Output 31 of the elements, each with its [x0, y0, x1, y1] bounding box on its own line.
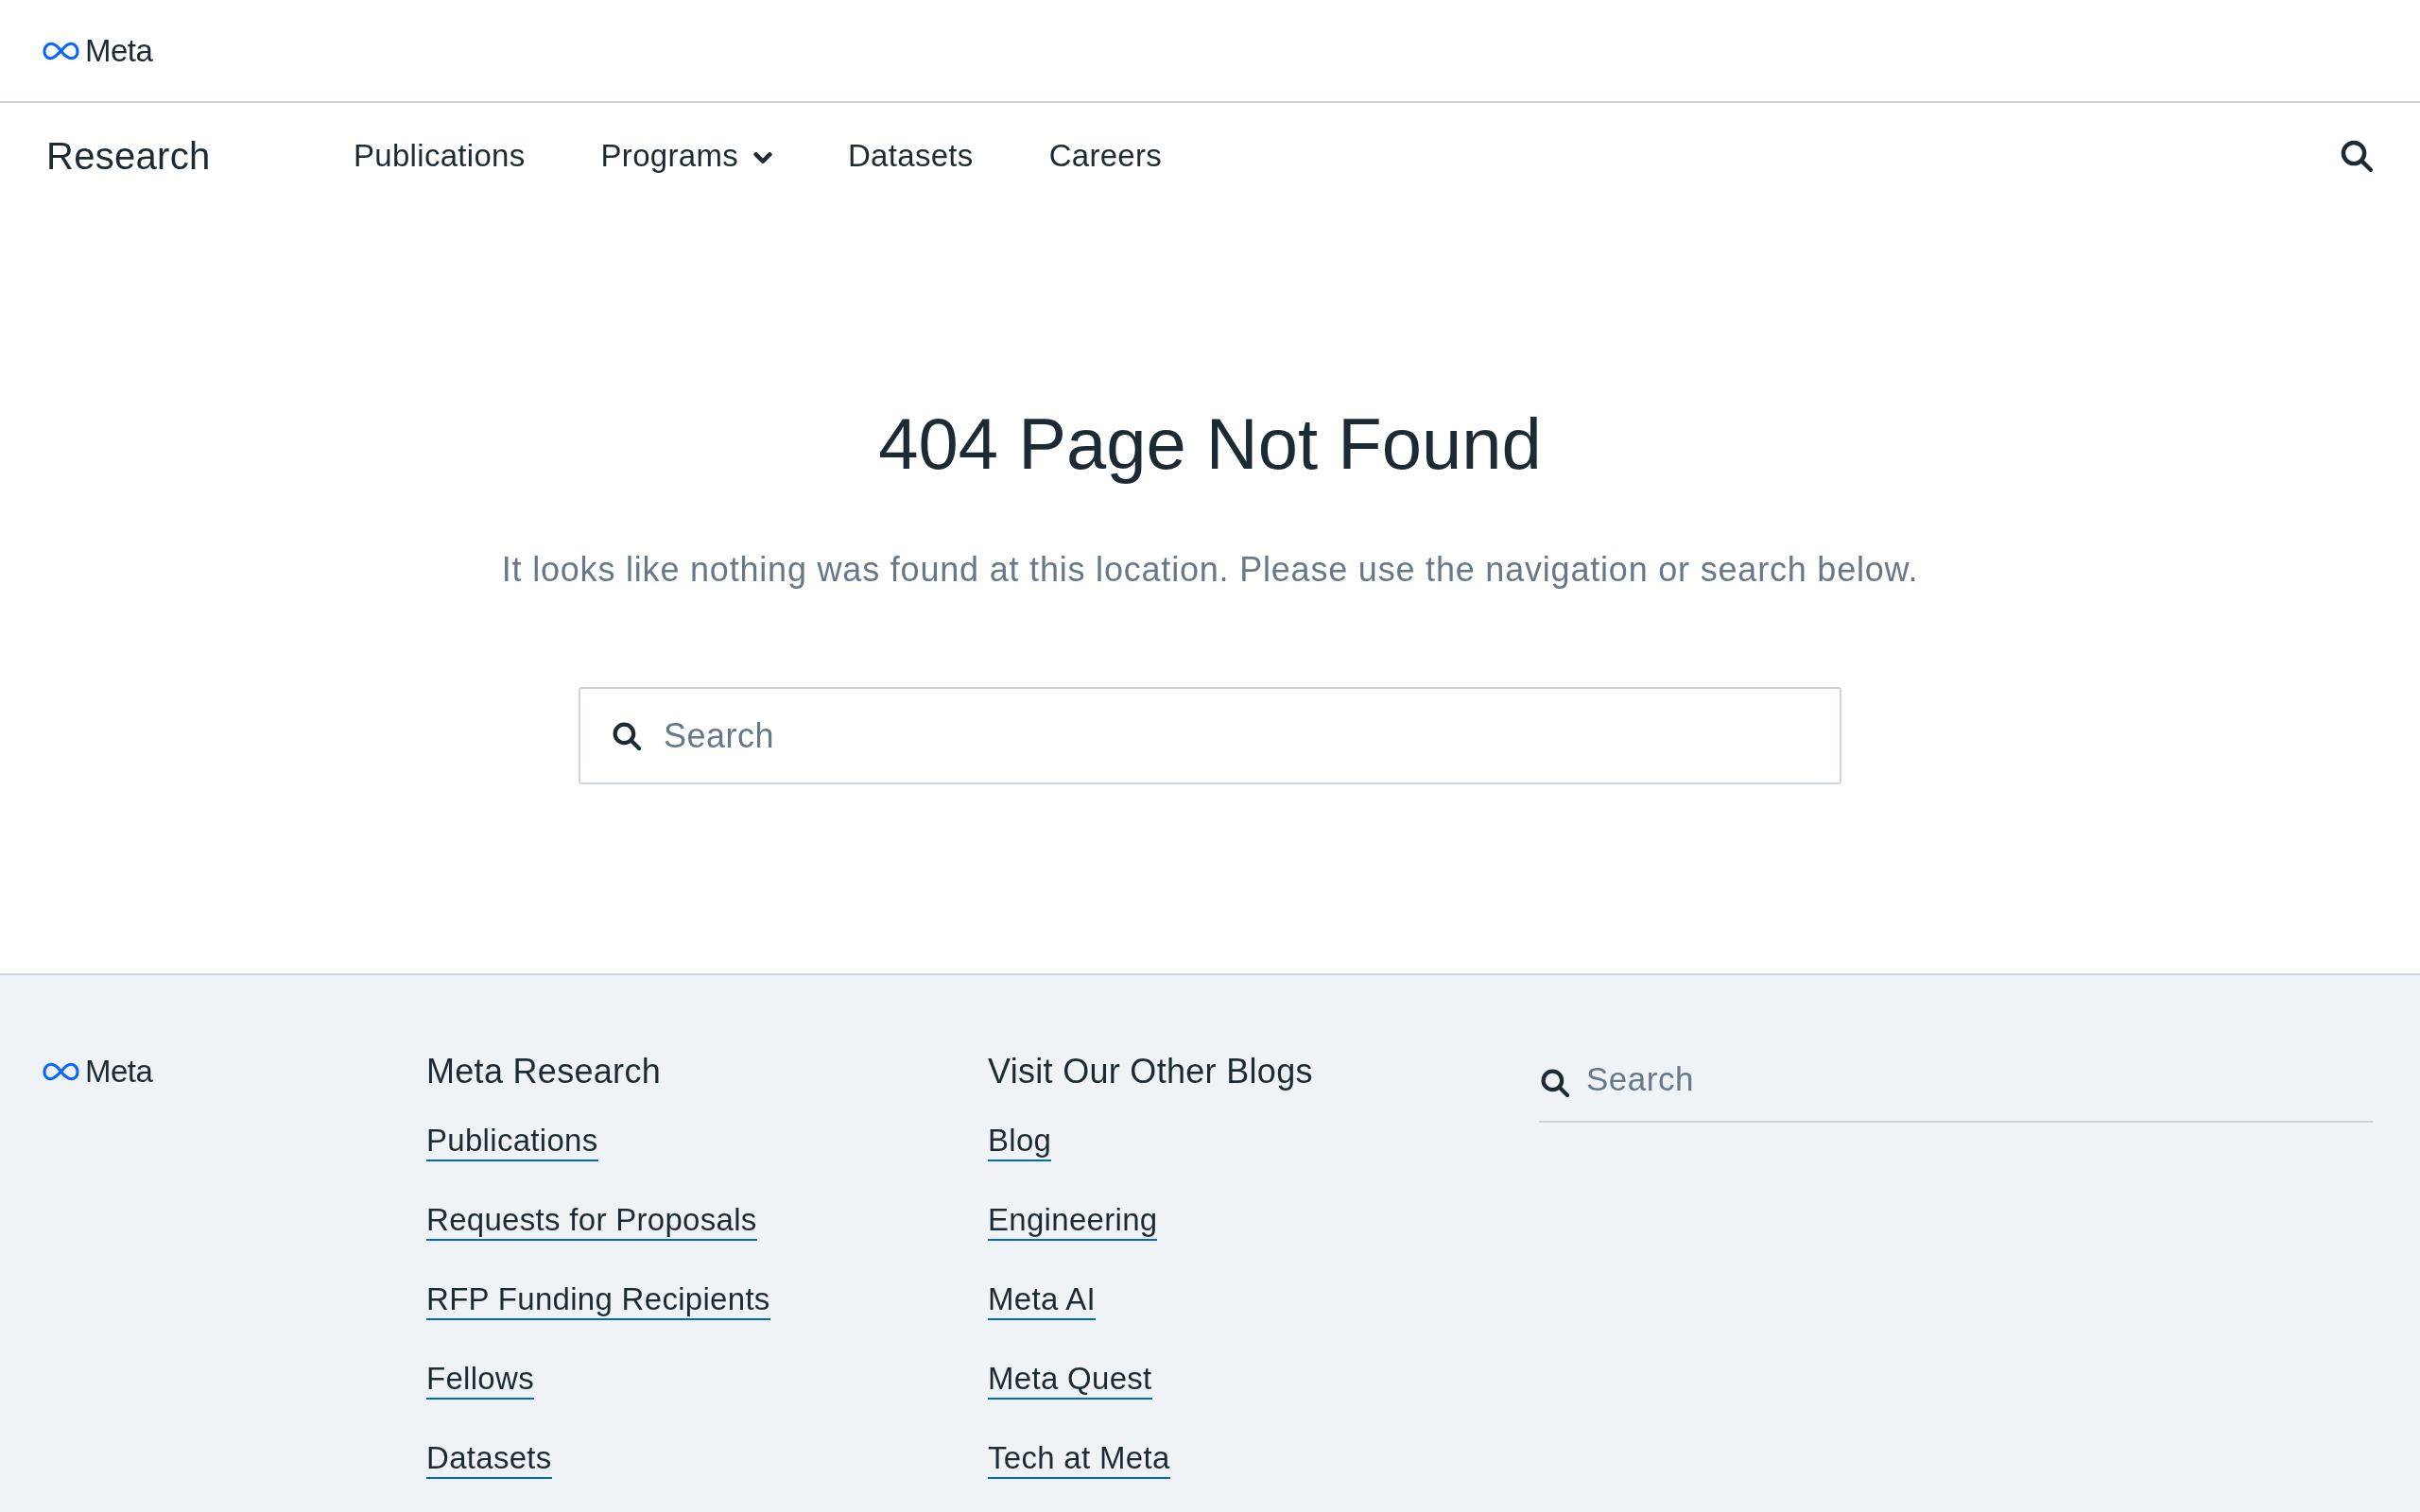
footer-link[interactable]: Fellows [426, 1360, 534, 1400]
footer-link[interactable]: Publications [426, 1122, 598, 1161]
infinity-icon [43, 41, 79, 60]
brand-logo[interactable]: Meta [43, 32, 153, 69]
brand-wordmark: Meta [85, 1054, 153, 1090]
search-field[interactable]: Search [1539, 1051, 2373, 1123]
chevron-down-icon [753, 152, 772, 164]
footer-link[interactable]: Datasets [426, 1439, 552, 1479]
search-field[interactable]: Search [579, 687, 1841, 784]
search-icon [613, 722, 641, 750]
footer-heading: Meta Research [426, 1051, 661, 1092]
footer-link[interactable]: Engineering [988, 1201, 1158, 1241]
nav-menu-link[interactable]: Programs [600, 137, 772, 175]
nav-link[interactable]: Careers [1048, 137, 1163, 175]
nav-link[interactable]: Datasets [848, 137, 974, 175]
footer-link[interactable]: Meta AI [988, 1280, 1096, 1320]
brand-wordmark: Meta [85, 32, 153, 69]
page-heading: 404 Page Not Found [878, 403, 1542, 486]
infinity-icon [43, 1062, 79, 1081]
error-message: It looks like nothing was found at this location. Please use the navigation or search below. [501, 549, 1919, 591]
footer-link[interactable]: Meta Quest [988, 1360, 1152, 1400]
footer-link[interactable]: Requests for Proposals [426, 1201, 757, 1241]
footer-link[interactable]: Tech at Meta [988, 1439, 1170, 1479]
search-icon [1541, 1069, 1569, 1097]
footer-link[interactable]: RFP Funding Recipients [426, 1280, 770, 1320]
footer-link[interactable]: Blog [988, 1122, 1052, 1161]
nav-link[interactable]: Publications [354, 137, 526, 175]
brand-logo[interactable]: Meta [43, 1054, 153, 1090]
footer-heading: Visit Our Other Blogs [988, 1051, 1313, 1092]
site-title[interactable]: Research [46, 134, 211, 178]
search-icon [2341, 140, 2373, 172]
